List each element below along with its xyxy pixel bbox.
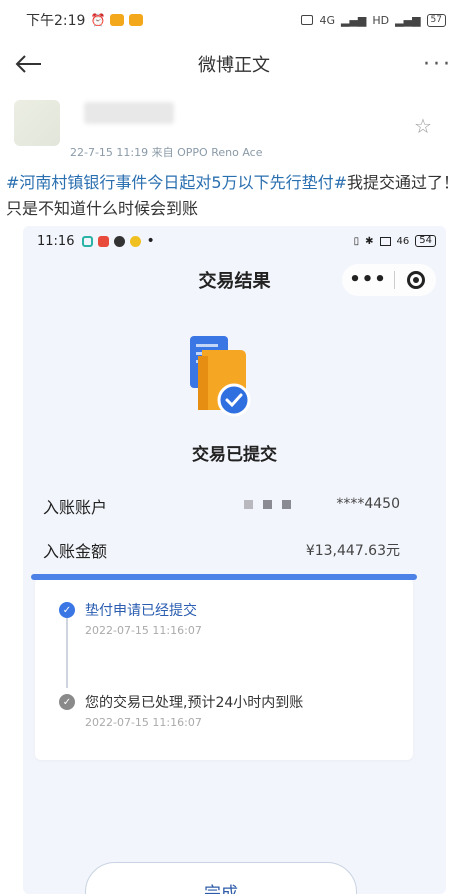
topic-link[interactable]: #河南村镇银行事件今日起对5万以下先行垫付# <box>6 173 347 192</box>
avatar[interactable] <box>14 100 60 146</box>
document-check-icon <box>190 336 252 420</box>
amount-row: 入账金额 ¥13,447.63元 <box>23 534 446 562</box>
signal-bars-icon: ▂▄▆ <box>341 13 367 27</box>
page-title: 微博正文 <box>198 55 270 76</box>
account-label: 入账账户 <box>43 498 108 517</box>
nav-bar: 微博正文 ··· <box>0 40 468 88</box>
transaction-status: 交易已提交 <box>192 445 277 465</box>
signal-bars-icon-2: ▂▄▆ <box>395 13 421 27</box>
step-title: 您的交易已处理,预计24小时内到账 <box>85 695 304 711</box>
timeline-connector <box>66 618 68 688</box>
signal-icon: 46 <box>396 235 410 247</box>
embedded-screenshot[interactable]: 11:16 • ▯ ✱ 46 54 交易结果 ••• 交易已提交 入账账户 **… <box>23 226 446 894</box>
amount-value: ¥13,447.63元 <box>305 543 400 559</box>
step-time: 2022-07-15 11:16:07 <box>85 624 202 637</box>
check-circle-icon: ✓ <box>59 694 75 710</box>
arrow-left-icon <box>14 47 42 82</box>
battery-icon: 57 <box>426 13 446 27</box>
account-value: ****4450 <box>336 496 400 512</box>
vibrate-icon: ▯ <box>353 235 360 247</box>
more-button[interactable]: ··· <box>408 40 468 88</box>
target-icon <box>406 271 425 289</box>
nfc-icon-small <box>379 236 391 246</box>
capsule-more-button[interactable]: ••• <box>342 271 394 289</box>
favorite-star-icon[interactable]: ☆ <box>414 114 432 138</box>
status-bar: 下午2:19 ⏰ 4G ▂▄▆ HD ▂▄▆ 57 <box>0 0 468 40</box>
amount-label: 入账金额 <box>43 542 108 561</box>
app-icon-3 <box>114 235 126 247</box>
back-button[interactable] <box>0 40 56 88</box>
app-notification-icon-2 <box>129 14 144 26</box>
username-blurred[interactable] <box>84 102 174 124</box>
account-row: 入账账户 ****4450 <box>23 490 446 518</box>
screenshot-status-bar: 11:16 • ▯ ✱ 46 54 <box>23 226 446 256</box>
nfc-icon <box>301 15 314 25</box>
step-time: 2022-07-15 11:16:07 <box>85 716 202 729</box>
signal-hd-icon: HD <box>372 13 390 27</box>
timeline-top-bar <box>31 574 417 580</box>
app-icon-1 <box>82 235 94 247</box>
check-circle-icon: ✓ <box>59 602 75 618</box>
post-text: #河南村镇银行事件今日起对5万以下先行垫付#我提交通过了！只是不知道什么时候会到… <box>6 170 462 222</box>
dot-icon: • <box>146 233 155 249</box>
post-header: 22-7-15 11:19 来自 OPPO Reno Ace ☆ <box>0 92 468 162</box>
miniprogram-capsule: ••• <box>342 264 436 296</box>
account-mask <box>244 500 291 509</box>
signal-4g-icon: 4G <box>319 13 336 27</box>
status-time: 下午2:19 <box>26 13 86 29</box>
app-notification-icon <box>110 14 125 26</box>
app-icon-2 <box>98 235 110 247</box>
screenshot-time: 11:16 <box>37 233 75 249</box>
screenshot-page-title: 交易结果 <box>198 271 271 292</box>
post-meta: 22-7-15 11:19 来自 OPPO Reno Ace <box>70 146 263 159</box>
progress-timeline: ✓ 垫付申请已经提交 2022-07-15 11:16:07 ✓ 您的交易已处理… <box>31 574 417 760</box>
done-button[interactable]: 完成 <box>85 862 357 894</box>
battery-icon-small: 54 <box>415 235 436 247</box>
screenshot-title-bar: 交易结果 ••• <box>23 256 446 304</box>
alarm-icon: ⏰ <box>90 13 106 27</box>
capsule-close-button[interactable] <box>395 271 436 289</box>
app-icon-4 <box>130 235 142 247</box>
step-title: 垫付申请已经提交 <box>85 603 197 619</box>
bluetooth-icon: ✱ <box>365 235 374 247</box>
